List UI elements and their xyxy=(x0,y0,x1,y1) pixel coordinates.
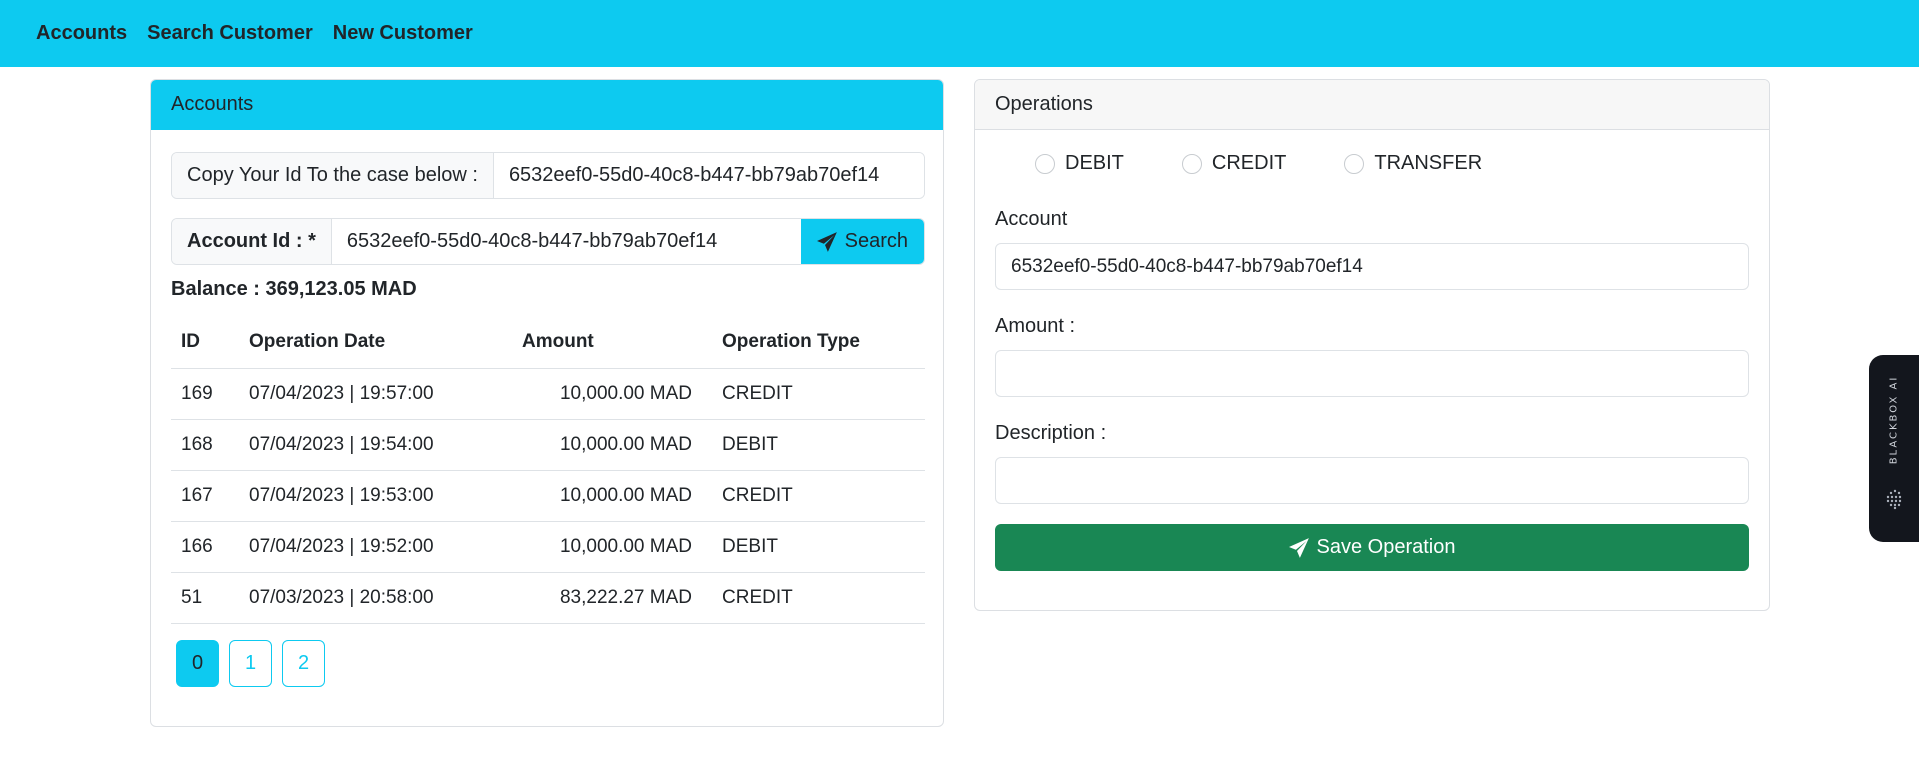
account-id-input[interactable]: 6532eef0-55d0-40c8-b447-bb79ab70ef14 xyxy=(331,219,801,264)
col-id: ID xyxy=(171,316,239,369)
radio-transfer[interactable]: TRANSFER xyxy=(1344,152,1482,175)
radio-debit[interactable]: DEBIT xyxy=(1035,152,1124,175)
operations-card-header: Operations xyxy=(975,80,1769,130)
operations-table: ID Operation Date Amount Operation Type … xyxy=(171,316,925,624)
cell-amount: 10,000.00 MAD xyxy=(512,521,712,573)
cell-date: 07/04/2023 | 19:54:00 xyxy=(239,419,512,471)
operation-type-radios: DEBIT CREDIT TRANSFER xyxy=(1035,152,1540,175)
accounts-card: Accounts Copy Your Id To the case below … xyxy=(150,79,944,727)
radio-transfer-label: TRANSFER xyxy=(1374,152,1483,174)
balance-text: Balance : 369,123.05 MAD xyxy=(171,278,417,300)
send-icon xyxy=(1288,537,1309,558)
page-button-2[interactable]: 2 xyxy=(282,640,325,687)
radio-debit-label: DEBIT xyxy=(1065,152,1124,174)
table-header-row: ID Operation Date Amount Operation Type xyxy=(171,316,925,369)
table-row: 166 07/04/2023 | 19:52:00 10,000.00 MAD … xyxy=(171,521,925,573)
description-label: Description : xyxy=(995,422,1107,444)
top-navbar: Accounts Search Customer New Customer xyxy=(0,0,1919,67)
cell-id: 51 xyxy=(171,572,239,624)
cell-id: 167 xyxy=(171,470,239,522)
save-operation-button[interactable]: Save Operation xyxy=(995,524,1749,571)
col-operation-date: Operation Date xyxy=(239,316,512,369)
col-operation-type: Operation Type xyxy=(712,316,925,369)
cell-type: CREDIT xyxy=(712,572,925,624)
copy-id-field[interactable]: 6532eef0-55d0-40c8-b447-bb79ab70ef14 xyxy=(493,153,924,198)
radio-circle-icon[interactable] xyxy=(1181,153,1202,174)
cell-id: 166 xyxy=(171,521,239,573)
radio-circle-icon[interactable] xyxy=(1344,153,1365,174)
nav-new-customer[interactable]: New Customer xyxy=(333,22,473,45)
cell-type: CREDIT xyxy=(712,368,925,420)
blackbox-logo-icon xyxy=(1886,489,1902,510)
cell-amount: 10,000.00 MAD xyxy=(512,419,712,471)
cell-amount: 83,222.27 MAD xyxy=(512,572,712,624)
table-row: 51 07/03/2023 | 20:58:00 83,222.27 MAD C… xyxy=(171,572,925,624)
radio-credit[interactable]: CREDIT xyxy=(1181,152,1287,175)
cell-date: 07/03/2023 | 20:58:00 xyxy=(239,572,512,624)
search-button[interactable]: Search xyxy=(800,219,924,264)
cell-type: DEBIT xyxy=(712,521,925,573)
save-operation-label: Save Operation xyxy=(1316,536,1456,558)
cell-type: CREDIT xyxy=(712,470,925,522)
cell-id: 168 xyxy=(171,419,239,471)
accounts-card-header: Accounts xyxy=(151,80,943,130)
nav-search-customer[interactable]: Search Customer xyxy=(147,22,313,45)
cell-date: 07/04/2023 | 19:53:00 xyxy=(239,470,512,522)
table-row: 167 07/04/2023 | 19:53:00 10,000.00 MAD … xyxy=(171,470,925,522)
cell-amount: 10,000.00 MAD xyxy=(512,368,712,420)
nav-accounts[interactable]: Accounts xyxy=(36,22,127,45)
blackbox-ai-widget[interactable]: BLACKBOX AI xyxy=(1869,355,1919,542)
pagination: 0 1 2 xyxy=(176,640,335,687)
page-button-0[interactable]: 0 xyxy=(176,640,219,687)
account-id-group: Account Id : * 6532eef0-55d0-40c8-b447-b… xyxy=(171,218,925,265)
account-label: Account xyxy=(995,208,1068,230)
cell-date: 07/04/2023 | 19:57:00 xyxy=(239,368,512,420)
table-row: 168 07/04/2023 | 19:54:00 10,000.00 MAD … xyxy=(171,419,925,471)
page-button-1[interactable]: 1 xyxy=(229,640,272,687)
search-button-label: Search xyxy=(844,230,908,252)
radio-credit-label: CREDIT xyxy=(1211,152,1287,174)
account-id-label: Account Id : * xyxy=(172,219,332,264)
blackbox-ai-label: BLACKBOX AI xyxy=(1888,375,1900,465)
amount-input[interactable] xyxy=(995,350,1749,397)
send-icon xyxy=(816,231,837,252)
amount-label: Amount : xyxy=(995,315,1076,337)
table-row: 169 07/04/2023 | 19:57:00 10,000.00 MAD … xyxy=(171,368,925,420)
copy-id-group: Copy Your Id To the case below : 6532eef… xyxy=(171,152,925,199)
operations-card: Operations DEBIT CREDIT TRANSFER Account… xyxy=(974,79,1770,611)
account-input[interactable]: 6532eef0-55d0-40c8-b447-bb79ab70ef14 xyxy=(995,243,1749,290)
col-amount: Amount xyxy=(512,316,712,369)
cell-date: 07/04/2023 | 19:52:00 xyxy=(239,521,512,573)
cell-type: DEBIT xyxy=(712,419,925,471)
cell-id: 169 xyxy=(171,368,239,420)
copy-id-label: Copy Your Id To the case below : xyxy=(172,153,494,198)
cell-amount: 10,000.00 MAD xyxy=(512,470,712,522)
description-input[interactable] xyxy=(995,457,1749,504)
radio-circle-icon[interactable] xyxy=(1035,153,1055,174)
